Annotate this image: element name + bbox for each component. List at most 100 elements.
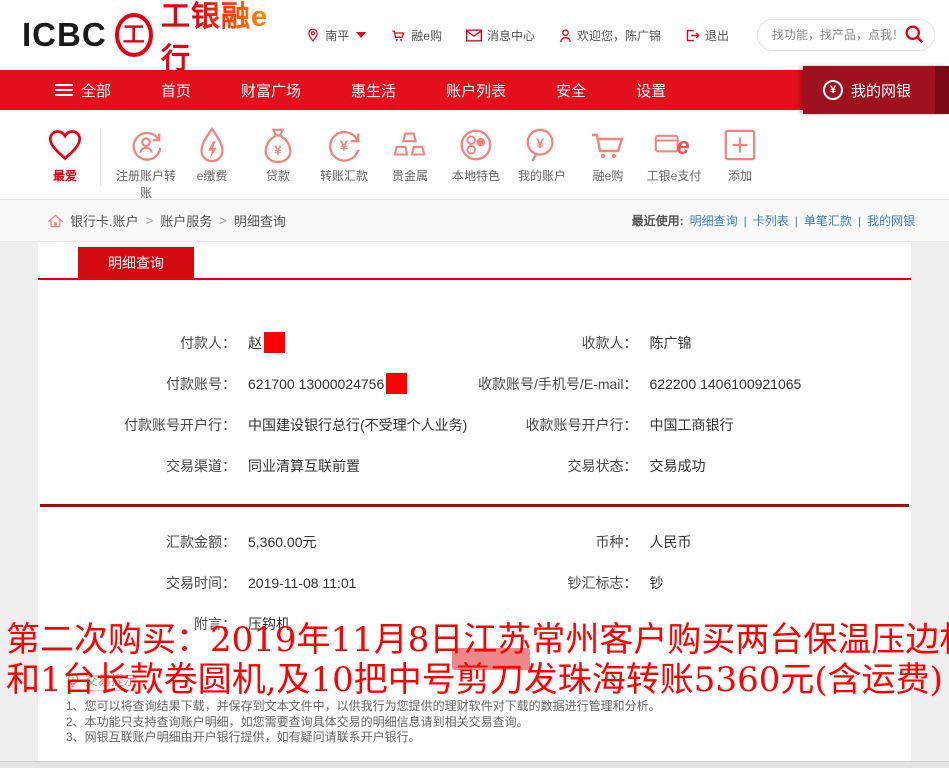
pipe-separator: | [858, 214, 861, 228]
field-value: 5,360.00元 [248, 532, 317, 552]
hamburger-icon [55, 81, 73, 99]
search-icon[interactable] [904, 24, 925, 48]
recent-label: 最近使用: [632, 212, 684, 229]
channel-field: 交易渠道： 同业清算互联前置 [38, 456, 475, 476]
home-icon [48, 214, 63, 228]
crumb-item[interactable]: 账户服务 [160, 211, 212, 230]
logout-link[interactable]: 退出 [685, 27, 729, 44]
field-label: 付款人： [38, 333, 248, 353]
field-value: 陈广锦 [650, 333, 692, 353]
shortcut-label: 转账汇款 [311, 168, 377, 185]
nav-item-all[interactable]: 全部 [55, 80, 111, 101]
cash-remit-flag-field: 钞汇标志： 钞 [475, 573, 912, 593]
brand-name: 工银融e行 [161, 0, 276, 77]
shortcut-transfer-remit[interactable]: ¥ 转账汇款 [311, 124, 377, 185]
field-value: 中国建设银行总行(不受理个人业务) [248, 415, 467, 435]
detail-row: 交易渠道： 同业清算互联前置 交易状态： 交易成功 [38, 445, 911, 486]
magnifier-yuan-icon: ¥ [509, 124, 575, 166]
shortcut-epay-bills[interactable]: e缴费 [179, 124, 245, 185]
message-center-link[interactable]: 消息中心 [466, 27, 535, 44]
tab-detail-query[interactable]: 明细查询 [78, 247, 194, 278]
field-value: 压钩机 [248, 614, 290, 634]
field-label: 币种： [475, 532, 650, 552]
nav-all-label: 全部 [81, 80, 111, 101]
crumb-separator: > [219, 213, 227, 228]
detail-row: 付款账号开户行： 中国建设银行总行(不受理个人业务) 收款账号开户行： 中国工商… [38, 404, 911, 445]
status-field: 交易状态： 交易成功 [475, 456, 912, 476]
location-selector[interactable]: 南平 [306, 27, 366, 44]
shortcut-label: 添加 [707, 168, 773, 185]
shortcut-label: 注册账户转账 [113, 168, 179, 203]
cart-icon [575, 124, 641, 166]
crumb-separator: > [146, 213, 154, 228]
page-bottom-strip [0, 761, 949, 768]
svg-text:¥: ¥ [340, 138, 349, 155]
field-value: 交易成功 [650, 456, 706, 476]
shortcut-eshop[interactable]: 融e购 [575, 124, 641, 185]
nav-item-accounts[interactable]: 账户列表 [446, 80, 506, 101]
field-label: 收款人： [475, 333, 650, 353]
logout-icon [685, 28, 700, 43]
nav-item-life[interactable]: 惠生活 [351, 80, 396, 101]
recent-link-my-ebank[interactable]: 我的网银 [867, 212, 915, 229]
divider [100, 128, 101, 186]
shortcut-label: e缴费 [179, 168, 245, 185]
shortcut-epay[interactable]: e 工银e支付 [641, 124, 707, 185]
main-content: 明细查询 付款人： 赵 收款人： 陈广锦 付款账号： 621700 130000… [38, 242, 911, 768]
field-value: 622200 1406100921065 [650, 376, 802, 392]
payer-bank-field: 付款账号开户行： 中国建设银行总行(不受理个人业务) [38, 415, 475, 435]
obscured-button[interactable] [452, 648, 530, 670]
crumb-item[interactable]: 银行卡.账户 [70, 211, 139, 230]
recent-used: 最近使用: 明细查询 | 卡列表 | 单笔汇款 | 我的网银 [632, 212, 915, 229]
icbc-logo: ICBC [22, 16, 107, 54]
my-ebank-ribbon[interactable]: ¥ 我的网银 [803, 66, 949, 114]
page: ICBC 工 工银融e行 南平 融e购 消息中心 欢迎您，陈广锦 [0, 0, 949, 768]
field-label: 付款账号： [38, 374, 248, 394]
tip-item: 3、网银互联账户明细由开户银行提供，如有疑问请联系开户银行。 [66, 730, 911, 746]
transaction-tips: 交易提示 1、您可以将查询结果下载，并保存到文本文件中，以供我行为您提供的理财软… [38, 670, 911, 746]
transfer-yuan-icon: ¥ [311, 124, 377, 166]
nav-item-home[interactable]: 首页 [161, 80, 191, 101]
payer-account-field: 付款账号： 621700 13000024756 [38, 373, 475, 394]
shortcut-my-accounts[interactable]: ¥ 我的账户 [509, 124, 575, 185]
tip-item: 2、本功能只支持查询账户明细，如您需要查询具体交易的明细信息请到相关交易查询。 [66, 715, 911, 731]
eshop-link[interactable]: 融e购 [390, 27, 442, 44]
shortcut-register-transfer[interactable]: 注册账户转账 [113, 124, 179, 203]
person-icon [559, 28, 572, 43]
pipe-separator: | [744, 214, 747, 228]
field-label: 附言： [38, 614, 248, 634]
nav-item-security[interactable]: 安全 [556, 80, 586, 101]
nav-item-wealth[interactable]: 财富广场 [241, 80, 301, 101]
field-label: 交易时间： [38, 573, 248, 593]
payer-field: 付款人： 赵 [38, 332, 475, 353]
nav-item-settings[interactable]: 设置 [636, 80, 666, 101]
register-transfer-icon [113, 124, 179, 166]
detail-row: 交易时间： 2019-11-08 11:01 钞汇标志： 钞 [38, 562, 911, 603]
breadcrumb-row: 银行卡.账户 > 账户服务 > 明细查询 最近使用: 明细查询 | 卡列表 | … [0, 200, 949, 242]
field-value: 2019-11-08 11:01 [248, 575, 356, 591]
chevron-down-icon [356, 32, 366, 38]
bulb-icon [66, 673, 80, 689]
heart-icon [36, 124, 94, 166]
eshop-label: 融e购 [411, 27, 442, 44]
welcome-user[interactable]: 欢迎您，陈广锦 [559, 27, 661, 44]
amount-field: 汇款金额： 5,360.00元 [38, 532, 475, 552]
currency-field: 币种： 人民币 [475, 532, 912, 552]
crumb-item[interactable]: 明细查询 [234, 211, 286, 230]
recent-link-single-remit[interactable]: 单笔汇款 [804, 212, 852, 229]
shortcut-label: 融e购 [575, 168, 641, 185]
shortcut-label: 我的账户 [509, 168, 575, 185]
shortcut-favorites[interactable]: 最爱 [36, 124, 94, 185]
shortcut-add[interactable]: 添加 [707, 124, 773, 185]
pipe-separator: | [795, 214, 798, 228]
shortcut-local-features[interactable]: 本地特色 [443, 124, 509, 185]
payee-account-field: 收款账号/手机号/E-mail： 622200 1406100921065 [475, 374, 912, 394]
field-value: 同业清算互联前置 [248, 456, 360, 476]
shortcut-loans[interactable]: ¥ 贷款 [245, 124, 311, 185]
tips-title: 交易提示 [85, 670, 137, 691]
shortcut-precious-metals[interactable]: 贵金属 [377, 124, 443, 185]
recent-link-detail-query[interactable]: 明细查询 [690, 212, 738, 229]
header-links: 南平 融e购 消息中心 欢迎您，陈广锦 退出 [306, 19, 935, 51]
drop-bolt-icon [179, 124, 245, 166]
recent-link-card-list[interactable]: 卡列表 [753, 212, 789, 229]
